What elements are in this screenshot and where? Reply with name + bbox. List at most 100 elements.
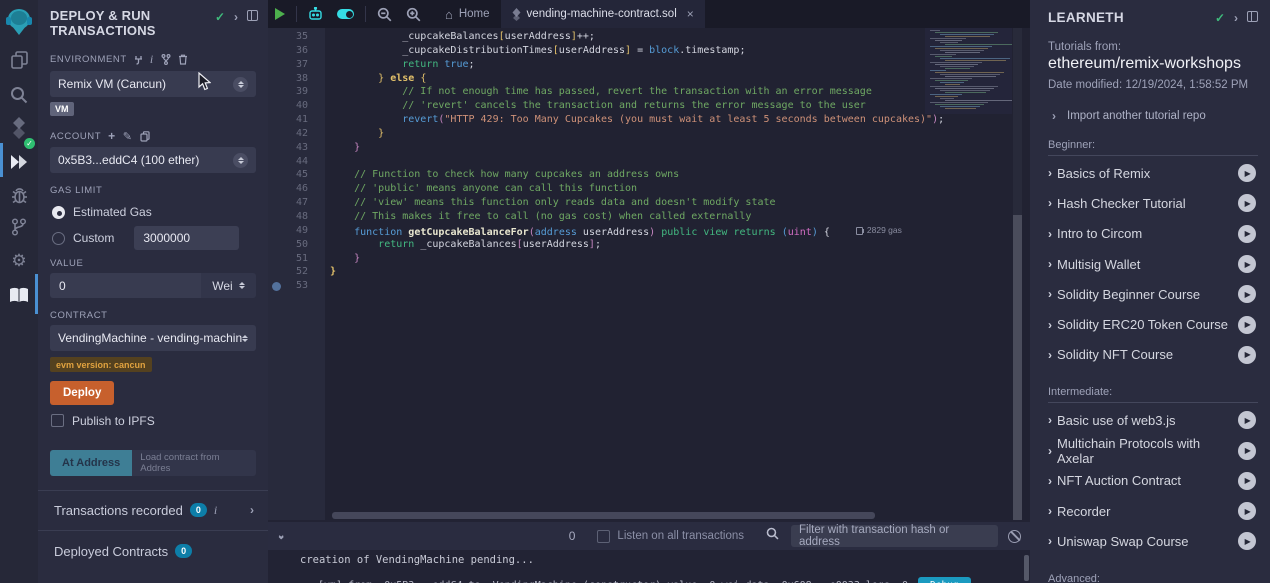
tutorial-chevron-icon[interactable]: › xyxy=(1048,413,1052,427)
learneth-book-icon[interactable] xyxy=(0,280,38,310)
deploy-run-icon[interactable] xyxy=(0,147,38,177)
publish-ipfs-checkbox[interactable] xyxy=(51,414,64,427)
tutorial-item[interactable]: ›Multichain Protocols with Axelar▶ xyxy=(1048,435,1256,465)
code-editor[interactable]: 35 _cupcakeBalances[userAddress]++;36 _c… xyxy=(268,28,1030,520)
estimated-gas-option[interactable]: Estimated Gas xyxy=(52,202,256,222)
at-address-button[interactable]: At Address xyxy=(50,450,132,476)
copilot-toggle[interactable] xyxy=(330,0,361,28)
tutorial-chevron-icon[interactable]: › xyxy=(1048,318,1052,332)
code-line-47[interactable]: 47 // 'view' means this function only re… xyxy=(268,196,1030,210)
code-line-48[interactable]: 48 // This makes it free to call (no gas… xyxy=(268,210,1030,224)
code-line-44[interactable]: 44 xyxy=(268,155,1030,169)
close-tab-icon[interactable]: × xyxy=(687,7,694,21)
edit-account-icon[interactable]: ✎ xyxy=(123,130,133,143)
remix-logo-icon[interactable] xyxy=(0,5,38,39)
tutorial-item[interactable]: ›Uniswap Swap Course▶ xyxy=(1048,526,1256,556)
code-line-51[interactable]: 51 } xyxy=(268,252,1030,266)
publish-ipfs-option[interactable]: Publish to IPFS xyxy=(51,414,256,428)
code-line-37[interactable]: 37 return true; xyxy=(268,58,1030,72)
editor-vscrollbar[interactable] xyxy=(1013,28,1022,520)
solidity-compiler-icon[interactable]: ✓ xyxy=(0,112,38,146)
tutorial-chevron-icon[interactable]: › xyxy=(1048,504,1052,518)
contract-select[interactable]: VendingMachine - vending-machin xyxy=(50,325,256,351)
ai-copilot-icon[interactable] xyxy=(301,0,330,28)
zoom-in-icon[interactable] xyxy=(399,0,428,28)
transactions-recorded-row[interactable]: Transactions recorded 0 i › xyxy=(38,491,268,531)
tutorial-chevron-icon[interactable]: › xyxy=(1048,474,1052,488)
search-icon[interactable] xyxy=(0,80,38,110)
tutorial-play-button[interactable]: ▶ xyxy=(1238,194,1256,212)
environment-info-icon[interactable]: i xyxy=(150,52,154,67)
transactions-expand-icon[interactable]: › xyxy=(250,503,254,517)
value-input[interactable]: 0 xyxy=(50,273,201,298)
run-script-button[interactable] xyxy=(268,0,292,28)
editor-hscrollbar[interactable] xyxy=(332,512,875,519)
account-stepper-icon[interactable] xyxy=(233,153,248,168)
custom-gas-option[interactable]: Custom 3000000 xyxy=(52,228,256,248)
debug-button[interactable]: Debug xyxy=(918,577,971,583)
tutorial-item[interactable]: ›Solidity NFT Course▶ xyxy=(1048,340,1256,370)
tutorial-play-button[interactable]: ▶ xyxy=(1238,164,1256,182)
transactions-info-icon[interactable]: i xyxy=(214,503,217,518)
tutorial-item[interactable]: ›NFT Auction Contract▶ xyxy=(1048,466,1256,496)
terminal-expand-icon[interactable]: ⌄⌄ xyxy=(277,534,285,538)
estimated-gas-radio[interactable] xyxy=(52,206,65,219)
tutorial-chevron-icon[interactable]: › xyxy=(1048,287,1052,301)
listen-all-checkbox[interactable] xyxy=(597,530,610,543)
code-line-45[interactable]: 45 // Function to check how many cupcake… xyxy=(268,168,1030,182)
code-line-36[interactable]: 36 _cupcakeDistributionTimes[userAddress… xyxy=(268,44,1030,58)
tutorial-chevron-icon[interactable]: › xyxy=(1048,196,1052,210)
trash-icon[interactable] xyxy=(178,54,188,65)
tutorial-play-button[interactable]: ▶ xyxy=(1238,502,1256,520)
tutorial-play-button[interactable]: ▶ xyxy=(1238,472,1256,490)
environment-stepper-icon[interactable] xyxy=(233,77,248,92)
tab-home[interactable]: ⌂ Home xyxy=(434,0,501,28)
tutorial-item[interactable]: ›Multisig Wallet▶ xyxy=(1048,249,1256,279)
panel-expand-icon[interactable]: › xyxy=(234,10,238,24)
tutorial-play-button[interactable]: ▶ xyxy=(1238,411,1256,429)
tutorial-chevron-icon[interactable]: › xyxy=(1048,534,1052,548)
account-select[interactable]: 0x5B3...eddC4 (100 ether) xyxy=(50,147,256,173)
tutorial-play-button[interactable]: ▶ xyxy=(1238,255,1256,273)
tutorial-chevron-icon[interactable]: › xyxy=(1048,444,1052,458)
tutorial-item[interactable]: ›Hash Checker Tutorial▶ xyxy=(1048,188,1256,218)
at-address-input[interactable]: Load contract from Addres xyxy=(132,450,256,476)
code-line-49[interactable]: 49 function getCupcakeBalanceFor(address… xyxy=(268,224,1030,238)
tutorial-chevron-icon[interactable]: › xyxy=(1048,227,1052,241)
custom-gas-input[interactable]: 3000000 xyxy=(134,226,239,250)
tutorial-play-button[interactable]: ▶ xyxy=(1238,285,1256,303)
import-repo-toggle[interactable]: › Import another tutorial repo xyxy=(1052,109,1270,123)
learneth-pin-icon[interactable] xyxy=(1247,11,1258,22)
custom-gas-radio[interactable] xyxy=(52,232,65,245)
settings-gear-icon[interactable]: ⚙ xyxy=(0,246,38,276)
tutorial-chevron-icon[interactable]: › xyxy=(1048,348,1052,362)
tutorial-item[interactable]: ›Solidity ERC20 Token Course▶ xyxy=(1048,309,1256,339)
code-line-46[interactable]: 46 // 'public' means anyone can call thi… xyxy=(268,182,1030,196)
code-line-42[interactable]: 42 } xyxy=(268,127,1030,141)
tutorial-chevron-icon[interactable]: › xyxy=(1048,257,1052,271)
code-line-40[interactable]: 40 // 'revert' cancels the transaction a… xyxy=(268,99,1030,113)
code-line-43[interactable]: 43 } xyxy=(268,141,1030,155)
tutorial-chevron-icon[interactable]: › xyxy=(1048,166,1052,180)
tutorial-play-button[interactable]: ▶ xyxy=(1238,225,1256,243)
file-explorer-icon[interactable] xyxy=(0,45,38,75)
panel-pin-icon[interactable] xyxy=(247,10,258,21)
code-line-39[interactable]: 39 // If not enough time has passed, rev… xyxy=(268,85,1030,99)
code-line-41[interactable]: 41 revert("HTTP 429: Too Many Cupcakes (… xyxy=(268,113,1030,127)
learneth-expand-icon[interactable]: › xyxy=(1234,11,1238,25)
code-line-52[interactable]: 52} xyxy=(268,265,1030,279)
zoom-out-icon[interactable] xyxy=(370,0,399,28)
git-branch-icon[interactable] xyxy=(0,212,38,242)
code-line-53[interactable]: 53 xyxy=(268,279,1030,293)
tutorial-play-button[interactable]: ▶ xyxy=(1238,316,1256,334)
tutorial-play-button[interactable]: ▶ xyxy=(1238,346,1256,364)
tutorial-item[interactable]: ›Intro to Circom▶ xyxy=(1048,219,1256,249)
vscroll-thumb[interactable] xyxy=(1013,215,1022,520)
terminal-scrollbar[interactable] xyxy=(1024,555,1029,581)
tutorial-play-button[interactable]: ▶ xyxy=(1238,532,1256,550)
value-unit-select[interactable]: Wei xyxy=(201,273,256,298)
plug-icon[interactable] xyxy=(134,55,143,65)
add-account-icon[interactable]: + xyxy=(108,129,116,143)
listen-all-option[interactable]: Listen on all transactions xyxy=(597,530,744,543)
tutorial-item[interactable]: ›Solidity Beginner Course▶ xyxy=(1048,279,1256,309)
